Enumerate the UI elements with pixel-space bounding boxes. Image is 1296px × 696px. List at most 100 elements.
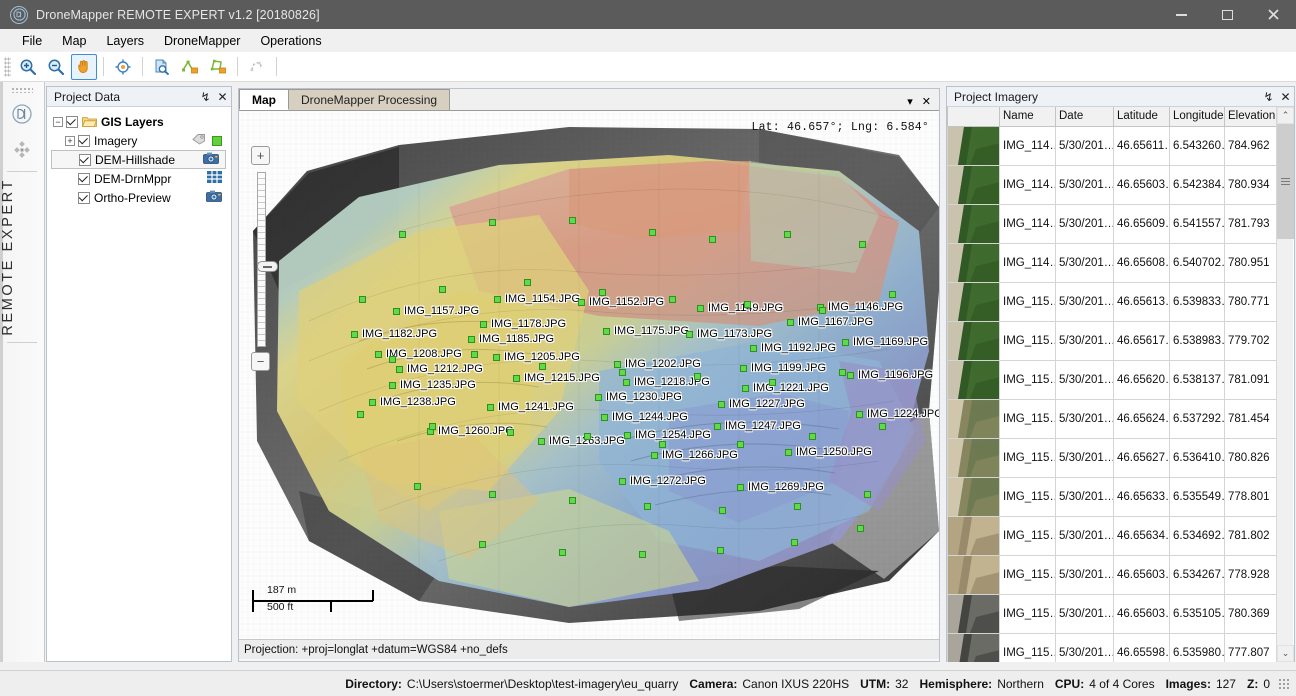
image-marker[interactable] [709,236,716,243]
image-marker[interactable] [489,491,496,498]
chevron-down-icon[interactable]: ▾ [907,95,913,108]
menu-layers[interactable]: Layers [96,31,154,51]
measure-area-icon[interactable] [205,54,231,80]
toolbar-grip[interactable] [4,56,11,77]
image-marker[interactable] [842,339,849,346]
dronemapper-circle-icon[interactable] [5,99,39,129]
tab-dronemapper-processing[interactable]: DroneMapper Processing [288,89,451,110]
image-marker[interactable] [487,404,494,411]
image-marker[interactable] [619,478,626,485]
image-marker[interactable] [791,539,798,546]
pin-icon[interactable]: ↯ [197,90,214,104]
image-marker[interactable] [659,441,666,448]
resize-grip[interactable] [1278,677,1290,690]
image-marker[interactable] [414,483,421,490]
col-elevation[interactable]: Elevation [1224,107,1278,127]
table-row[interactable]: IMG_115…5/30/201…46.65613…6.539833…780.7… [947,281,1278,322]
image-marker[interactable] [494,296,501,303]
image-marker[interactable] [785,449,792,456]
image-marker[interactable] [714,423,721,430]
tree-node-dem-drnmppr[interactable]: DEM-DrnMppr [51,169,228,188]
image-marker[interactable] [480,321,487,328]
imagery-scrollbar[interactable]: ⌃ ⌄ [1276,107,1294,662]
image-marker[interactable] [879,423,886,430]
table-row[interactable]: IMG_115…5/30/201…46.65634…6.534692…781.8… [947,515,1278,556]
image-marker[interactable] [649,229,656,236]
image-marker[interactable] [784,231,791,238]
table-row[interactable]: IMG_115…5/30/201…46.65598…6.535980…777.8… [947,632,1278,662]
image-marker[interactable] [864,491,871,498]
checkbox-ortho-preview[interactable] [78,191,90,204]
table-row[interactable]: IMG_115…5/30/201…46.65603…6.534267…778.9… [947,554,1278,595]
image-marker[interactable] [651,452,658,459]
image-marker[interactable] [619,369,626,376]
checkbox-gis-layers[interactable] [66,115,78,128]
col-thumbnail[interactable] [947,107,1000,127]
table-row[interactable]: IMG_114…5/30/201…46.65608…6.540702…780.9… [947,242,1278,283]
image-marker[interactable] [439,286,446,293]
image-marker[interactable] [389,356,396,363]
table-row[interactable]: IMG_115…5/30/201…46.65633…6.535549…778.8… [947,476,1278,517]
image-marker[interactable] [644,503,651,510]
image-marker[interactable] [539,363,546,370]
image-marker[interactable] [507,429,514,436]
checkbox-imagery[interactable] [78,134,90,147]
image-marker[interactable] [742,385,749,392]
image-marker[interactable] [718,401,725,408]
collapse-icon[interactable]: − [53,116,63,127]
menu-file[interactable]: File [12,31,52,51]
table-row[interactable]: IMG_115…5/30/201…46.65617…6.538983…779.7… [947,320,1278,361]
image-marker[interactable] [396,366,403,373]
image-marker[interactable] [359,296,366,303]
col-date[interactable]: Date [1055,107,1114,127]
image-marker[interactable] [389,382,396,389]
image-marker[interactable] [737,484,744,491]
image-marker[interactable] [468,336,475,343]
image-marker[interactable] [584,433,591,440]
zoom-out-icon[interactable] [43,54,69,80]
map-zoom-out-button[interactable]: − [251,352,270,371]
menu-map[interactable]: Map [52,31,96,51]
col-longitude[interactable]: Longitude [1169,107,1225,127]
image-marker[interactable] [750,345,757,352]
tree-node-dem-hillshade[interactable]: DEM-Hillshade [51,150,226,169]
image-marker[interactable] [375,351,382,358]
image-marker[interactable] [569,217,576,224]
checkbox-dem-hillshade[interactable] [79,153,91,166]
image-marker[interactable] [493,354,500,361]
image-marker[interactable] [847,372,854,379]
image-marker[interactable] [859,241,866,248]
image-marker[interactable] [569,497,576,504]
image-marker[interactable] [889,291,896,298]
image-marker[interactable] [393,308,400,315]
map-canvas[interactable]: Lat: 46.657°; Lng: 6.584° + − IMG_1157.J… [239,111,939,639]
map-zoom-track[interactable] [257,172,278,347]
menu-operations[interactable]: Operations [250,31,331,51]
rail-grip[interactable] [11,87,33,93]
scroll-up-icon[interactable]: ⌃ [1277,107,1294,124]
checkbox-dem-drnmppr[interactable] [78,172,90,185]
image-marker[interactable] [601,414,608,421]
tree-node-imagery[interactable]: + Imagery [51,131,228,150]
pan-hand-icon[interactable] [71,53,97,80]
image-marker[interactable] [578,299,585,306]
image-marker[interactable] [694,373,701,380]
close-icon[interactable]: ✕ [1277,90,1294,104]
maximize-button[interactable] [1204,0,1250,29]
image-marker[interactable] [669,296,676,303]
points-cloud-icon[interactable] [5,135,39,165]
image-marker[interactable] [471,351,478,358]
tree-node-gis-layers[interactable]: − GIS Layers [51,112,228,131]
close-icon[interactable]: ✕ [214,90,231,104]
table-row[interactable]: IMG_114…5/30/201…46.65603…6.542384…780.9… [947,164,1278,205]
image-marker[interactable] [717,547,724,554]
image-marker[interactable] [737,441,744,448]
image-marker[interactable] [839,369,846,376]
image-marker[interactable] [769,379,776,386]
image-marker[interactable] [429,423,436,430]
select-feature-icon[interactable] [244,54,270,80]
minimize-button[interactable] [1158,0,1204,29]
table-row[interactable]: IMG_115…5/30/201…46.65627…6.536410…780.8… [947,437,1278,478]
scrollbar-thumb[interactable] [1277,124,1294,239]
table-row[interactable]: IMG_115…5/30/201…46.65620…6.538137…781.0… [947,359,1278,400]
